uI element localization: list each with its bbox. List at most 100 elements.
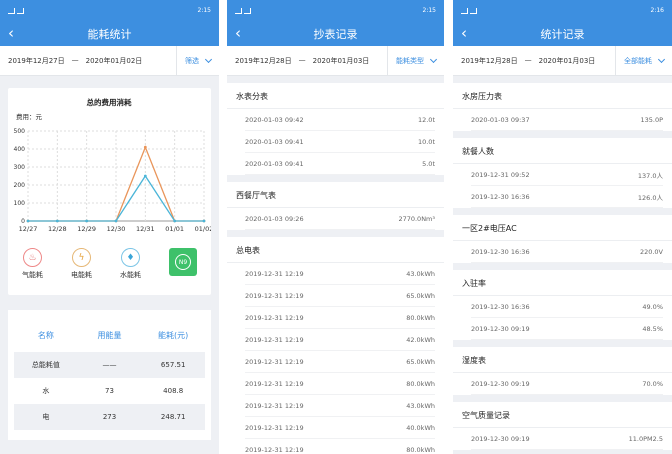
- list-item[interactable]: 2019-12-31 12:19 80.0kWh: [245, 373, 435, 395]
- date-to[interactable]: 2020年01月03日: [313, 56, 370, 66]
- data-point: [26, 219, 30, 223]
- header-name: 名称: [37, 330, 54, 340]
- record-value: 65.0kWh: [406, 291, 435, 300]
- record-value: 40.0kWh: [406, 423, 435, 432]
- record-time: 2020-01-03 09:42: [245, 115, 304, 124]
- header-usage: 用能量: [97, 330, 122, 340]
- cost-line-chart: 总的费用消耗 费用：元 0 100 200 300 400 500 12/27 12/28 12…: [14, 97, 214, 233]
- record-value: 137.0人: [637, 171, 663, 180]
- series-line-1: [28, 174, 204, 222]
- signal-icon: [244, 7, 251, 14]
- table-row: 水 73 408.8: [42, 387, 184, 395]
- chevron-down-icon: [429, 55, 438, 63]
- status-time: 2:15: [197, 7, 211, 14]
- record-time: 2019-12-30 09:19: [471, 379, 530, 388]
- record-time: 2020-01-03 09:41: [245, 159, 304, 168]
- list-item[interactable]: 2019-12-31 12:19 80.0kWh: [245, 439, 435, 454]
- date-to[interactable]: 2020年01月03日: [539, 56, 596, 66]
- record-time: 2019-12-31 12:19: [245, 423, 304, 432]
- record-time: 2019-12-31 12:19: [245, 335, 304, 344]
- back-arrow-icon[interactable]: ‹: [235, 23, 241, 43]
- list-item[interactable]: 2019-12-31 12:19 80.0kWh: [245, 307, 435, 329]
- back-arrow-icon[interactable]: ‹: [461, 23, 467, 43]
- list-item[interactable]: 2020-01-03 09:41 5.0t: [245, 153, 435, 175]
- energy-type-filter[interactable]: 能耗类型: [387, 45, 438, 76]
- record-value: 42.0kWh: [406, 335, 435, 344]
- back-arrow-icon[interactable]: ‹: [8, 23, 14, 43]
- data-point: [202, 219, 206, 223]
- table-header: 名称 用能量 能耗(元): [14, 322, 205, 348]
- record-value: 12.0t: [417, 115, 435, 124]
- list-item[interactable]: 2019-12-30 16:36 126.0人: [471, 186, 663, 208]
- data-point: [85, 219, 89, 223]
- list-item[interactable]: 2020-01-03 09:37 135.0P: [471, 109, 663, 131]
- page-title: 统计记录: [540, 27, 585, 41]
- record-time: 2019-12-31 12:19: [245, 291, 304, 300]
- y-tick-label: 100: [14, 200, 26, 207]
- list-item[interactable]: 2019-12-30 09:19 70.0%: [471, 373, 663, 395]
- record-time: 2019-12-31 12:19: [245, 357, 304, 366]
- record-value: 43.0kWh: [406, 401, 435, 410]
- record-time: 2020-01-03 09:41: [245, 137, 304, 146]
- records-list[interactable]: 水表分表 2020-01-03 09:42 12.0t 2020-01-03 09:4…: [227, 76, 444, 454]
- table-row: 总能耗值 —— 657.51: [14, 352, 205, 378]
- list-item[interactable]: 2020-01-03 09:42 12.0t: [245, 109, 435, 131]
- signal-icon: [235, 7, 242, 14]
- meter-records-screen: 2:15 ‹ 抄表记录 2019年12月28日 — 2020年01月03日 能耗…: [227, 0, 444, 454]
- record-time: 2020-01-03 09:37: [471, 115, 530, 124]
- electric-energy-button[interactable]: ϟ 电能耗: [71, 248, 92, 280]
- date-from[interactable]: 2019年12月28日: [235, 56, 292, 66]
- record-group: 入驻率 2019-12-30 16:36 49.0% 2019-12-30 09:19…: [453, 270, 672, 340]
- date-to[interactable]: 2020年01月02日: [86, 56, 143, 66]
- list-item[interactable]: 2019-12-31 09:52 137.0人: [471, 164, 663, 186]
- nav-bar: ‹ 能耗统计: [0, 21, 219, 46]
- chart-axis-ticks: 0 100 200 300 400 500 12/27 12/28 12/29 12/30 12/3…: [14, 128, 214, 233]
- record-time: 2019-12-31 12:19: [245, 401, 304, 410]
- record-group: 湿度表 2019-12-30 09:19 70.0%: [453, 347, 672, 395]
- record-group: 一区2#电压AC 2019-12-30 16:36 220.0V: [453, 215, 672, 263]
- data-point: [143, 174, 147, 178]
- list-item[interactable]: 2019-12-31 12:19 65.0kWh: [245, 285, 435, 307]
- chart-unit-label: 费用：元: [16, 112, 43, 121]
- energy-filter[interactable]: 全部能耗: [615, 45, 666, 76]
- status-time: 2:15: [422, 7, 436, 14]
- date-from[interactable]: 2019年12月27日: [8, 56, 65, 66]
- filter-button[interactable]: 筛选: [176, 45, 213, 76]
- record-value: 11.0PM2.5: [628, 434, 663, 443]
- records-list[interactable]: 水房压力表 2020-01-03 09:37 135.0P 就餐人数 2019-12-3…: [453, 76, 672, 454]
- list-item[interactable]: 2019-12-31 12:19 40.0kWh: [245, 417, 435, 439]
- energy-type-selector: ♨ 气能耗 ϟ 电能耗 ♦ 水能耗 N9: [8, 248, 211, 280]
- signal-icon: [17, 7, 24, 14]
- date-filter-bar: 2019年12月27日 — 2020年01月02日 筛选: [0, 45, 219, 76]
- list-item[interactable]: 2019-12-31 12:19 65.0kWh: [245, 351, 435, 373]
- status-time: 2:16: [650, 7, 664, 14]
- list-item[interactable]: 2020-01-03 09:41 10.0t: [245, 131, 435, 153]
- list-item[interactable]: 2019-12-30 16:36 220.0V: [471, 241, 663, 263]
- x-tick-label: 12/29: [77, 225, 96, 233]
- y-tick-label: 300: [14, 164, 26, 171]
- list-item[interactable]: 2019-12-30 16:36 49.0%: [471, 296, 663, 318]
- record-value: 70.0%: [642, 379, 663, 388]
- record-group-title: 空气质量记录: [453, 402, 672, 428]
- x-tick-label: 01/01: [165, 225, 184, 233]
- list-item[interactable]: 2020-01-03 09:26 2770.0Nm³: [245, 208, 435, 230]
- total-energy-icon: N9: [169, 248, 197, 276]
- list-item[interactable]: 2019-12-31 12:19 43.0kWh: [245, 395, 435, 417]
- record-time: 2019-12-31 12:19: [245, 313, 304, 322]
- record-value: 65.0kWh: [406, 357, 435, 366]
- list-item[interactable]: 2019-12-31 12:19 42.0kWh: [245, 329, 435, 351]
- list-item[interactable]: 2019-12-31 12:19 43.0kWh: [245, 263, 435, 285]
- record-value: 80.0kWh: [406, 379, 435, 388]
- water-energy-button[interactable]: ♦ 水能耗: [120, 248, 141, 280]
- total-energy-button[interactable]: N9: [169, 248, 197, 276]
- list-item[interactable]: 2019-12-30 09:19 11.0PM2.5: [471, 428, 663, 450]
- record-group-title: 水表分表: [227, 83, 444, 109]
- list-item[interactable]: 2019-12-30 09:19 48.5%: [471, 318, 663, 340]
- record-time: 2019-12-31 12:19: [245, 379, 304, 388]
- record-group: 水房压力表 2020-01-03 09:37 135.0P: [453, 83, 672, 131]
- date-from[interactable]: 2019年12月28日: [461, 56, 518, 66]
- status-bar: 2:15: [227, 0, 444, 21]
- water-energy-label: 水能耗: [120, 271, 141, 279]
- filter-label: 全部能耗: [624, 56, 652, 65]
- gas-energy-button[interactable]: ♨ 气能耗: [22, 248, 43, 280]
